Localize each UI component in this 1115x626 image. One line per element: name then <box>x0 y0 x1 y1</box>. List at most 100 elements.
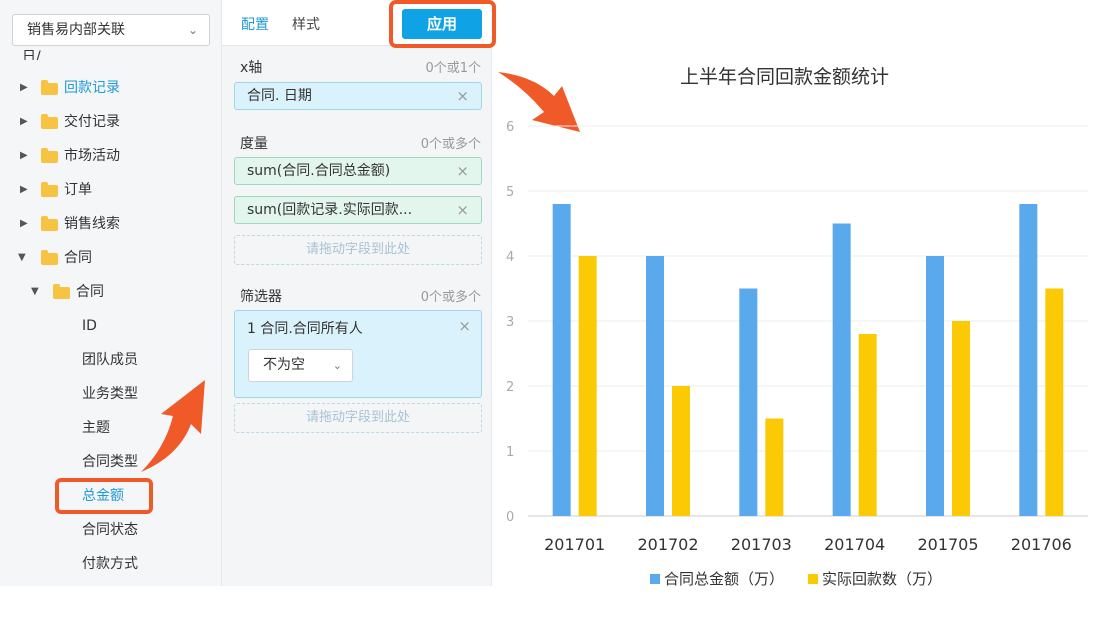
bar-actual-received <box>672 386 690 516</box>
caret-right-icon[interactable]: ▶ <box>20 107 28 137</box>
filter-card[interactable]: 1 合同.合同所有人 × 不为空 ⌄ <box>234 310 482 398</box>
filter-condition-select[interactable]: 不为空 ⌄ <box>248 349 353 382</box>
measure-drop-zone[interactable]: 请拖动字段到此处 <box>234 235 482 265</box>
tree-folder-label: 合同 <box>64 250 92 266</box>
field-label: 团队成员 <box>82 352 138 368</box>
legend-item[interactable]: 合同总金额（万） <box>650 568 784 589</box>
tree-folder-label: 销售线索 <box>64 216 120 232</box>
field-label: 主题 <box>82 420 110 436</box>
y-tick-label: 4 <box>506 250 514 265</box>
field-label: 付款方式 <box>82 556 138 572</box>
x-tick-label: 201704 <box>824 535 885 554</box>
field-label: 业务类型 <box>82 386 138 402</box>
chip-label: sum(回款记录.实际回款... <box>247 202 413 218</box>
folder-icon <box>41 114 58 129</box>
close-icon[interactable]: × <box>458 317 471 335</box>
caret-down-icon[interactable]: ▼ <box>18 243 26 273</box>
tree-field-id[interactable]: ID <box>0 311 221 341</box>
folder-icon <box>41 80 58 95</box>
xaxis-field-chip[interactable]: 合同. 日期 × <box>234 82 482 110</box>
tree-folder-shichang[interactable]: ▶ 市场活动 <box>0 141 221 171</box>
bar-actual-received <box>952 321 970 516</box>
x-tick-label: 201705 <box>917 535 978 554</box>
tab-style[interactable]: 样式 <box>292 14 320 34</box>
xaxis-section-hint: 0个或1个 <box>425 61 481 76</box>
y-tick-label: 6 <box>506 120 514 135</box>
tree-field-status[interactable]: 合同状态 <box>0 515 221 545</box>
tree-folder-hetong[interactable]: ▼ 合同 <box>0 243 221 273</box>
bar-actual-received <box>765 418 784 516</box>
close-icon[interactable]: × <box>456 83 469 109</box>
caret-right-icon[interactable]: ▶ <box>20 209 28 239</box>
bar-contract-total <box>926 256 944 516</box>
folder-icon <box>41 182 58 197</box>
chevron-down-icon: ⌄ <box>332 359 342 372</box>
measure-field-chip[interactable]: sum(合同.合同总金额) × <box>234 157 482 185</box>
data-source-label: 销售易内部关联 <box>27 22 125 38</box>
x-tick-label: 201706 <box>1011 535 1072 554</box>
tree-folder-label: 交付记录 <box>64 114 120 130</box>
filter-section-title: 筛选器 <box>240 289 282 305</box>
x-tick-label: 201702 <box>637 535 698 554</box>
tree-folder-xiansuo[interactable]: ▶ 销售线索 <box>0 209 221 239</box>
bar-contract-total <box>739 288 758 516</box>
legend-item[interactable]: 实际回款数（万） <box>808 568 942 589</box>
filter-section-hint: 0个或多个 <box>420 290 481 305</box>
chart-legend: 合同总金额（万） 实际回款数（万） <box>650 568 966 589</box>
tab-config[interactable]: 配置 <box>241 14 269 34</box>
tree-folder-label: 市场活动 <box>64 148 120 164</box>
caret-right-icon[interactable]: ▶ <box>20 175 28 205</box>
xaxis-section-title: x轴 <box>240 60 263 76</box>
field-label: 合同状态 <box>82 522 138 538</box>
folder-icon <box>41 250 58 265</box>
caret-right-icon[interactable]: ▶ <box>20 141 28 171</box>
tree-subfolder-label: 合同 <box>76 284 104 300</box>
bar-actual-received <box>578 256 597 516</box>
measure-section-hint: 0个或多个 <box>420 137 481 152</box>
tree-field-payment[interactable]: 付款方式 <box>0 549 221 579</box>
filter-condition-value: 不为空 <box>263 357 305 373</box>
filter-item-label: 1 合同.合同所有人 <box>247 321 363 337</box>
tree-folder-jiaofu[interactable]: ▶ 交付记录 <box>0 107 221 137</box>
y-tick-label: 1 <box>506 445 514 460</box>
tree-folder-dingdan[interactable]: ▶ 订单 <box>0 175 221 205</box>
tree-partial-item: 日/ <box>22 46 82 60</box>
field-label: 合同类型 <box>82 454 138 470</box>
tree-folder-label: 回款记录 <box>64 80 120 96</box>
field-tree-panel: 销售易内部关联 ⌄ 日/ ▶ 回款记录 ▶ 交付记录 ▶ 市场活动 ▶ 订单 ▶… <box>0 0 222 586</box>
chart-title: 上半年合同回款金额统计 <box>680 66 890 88</box>
y-tick-label: 0 <box>506 510 514 525</box>
filter-drop-zone[interactable]: 请拖动字段到此处 <box>234 403 482 433</box>
tree-folder-huikuan[interactable]: ▶ 回款记录 <box>0 73 221 103</box>
chart-config-panel: 配置 样式 x轴 0个或1个 合同. 日期 × 度量 0个或多个 sum(合同.… <box>222 0 492 586</box>
y-tick-label: 5 <box>506 185 514 200</box>
legend-label: 合同总金额（万） <box>664 570 785 588</box>
bar-contract-total <box>832 223 851 516</box>
caret-down-icon[interactable]: ▼ <box>31 277 39 307</box>
tree-subfolder-hetong[interactable]: ▼ 合同 <box>0 277 221 307</box>
folder-icon <box>53 284 70 299</box>
data-source-select[interactable]: 销售易内部关联 ⌄ <box>12 14 210 46</box>
legend-label: 实际回款数（万） <box>822 570 943 588</box>
y-tick-label: 3 <box>506 315 514 330</box>
partial-item-label: 日/ <box>22 49 41 60</box>
legend-swatch <box>808 574 819 584</box>
caret-right-icon[interactable]: ▶ <box>20 73 28 103</box>
x-tick-label: 201701 <box>544 535 605 554</box>
bar-contract-total <box>1019 204 1038 516</box>
tree-folder-label: 订单 <box>64 182 92 198</box>
apply-highlight-annotation <box>389 0 496 48</box>
measure-field-chip[interactable]: sum(回款记录.实际回款... × <box>234 196 482 224</box>
annotation-arrow-icon <box>141 380 205 472</box>
bar-contract-total <box>552 204 571 516</box>
close-icon[interactable]: × <box>456 158 469 184</box>
chevron-down-icon: ⌄ <box>187 23 198 37</box>
drop-placeholder: 请拖动字段到此处 <box>305 242 410 257</box>
tree-field-team[interactable]: 团队成员 <box>0 345 221 375</box>
close-icon[interactable]: × <box>456 197 469 223</box>
chip-label: sum(合同.合同总金额) <box>247 163 391 179</box>
legend-swatch <box>650 574 660 584</box>
bar-actual-received <box>858 334 877 516</box>
drop-placeholder: 请拖动字段到此处 <box>305 410 410 425</box>
measure-section-title: 度量 <box>240 136 268 152</box>
